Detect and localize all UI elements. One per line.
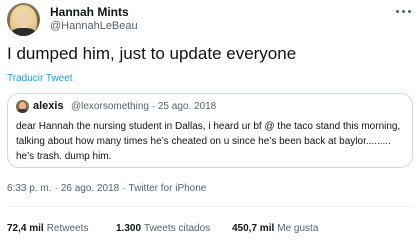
tweet-meta: 6:33 p. m. · 26 ago. 2018 · Twitter for iPho… (7, 183, 206, 194)
quoted-avatar (16, 100, 29, 113)
tweet-text: I dumped him, just to update everyone (7, 44, 297, 63)
separator-dot: · (54, 183, 58, 194)
likes-count: 450,7 mil (232, 223, 275, 234)
avatar-face (17, 12, 30, 28)
quoted-handle-date: @lexorsomething · 25 ago. 2018 (71, 101, 217, 112)
more-dot (395, 9, 399, 13)
tweet-card: Hannah Mints @HannahLeBeau I dumped him,… (0, 0, 420, 245)
separator-dot: · (122, 183, 126, 194)
tweet-source[interactable]: Twitter for iPhone (129, 183, 207, 194)
avatar[interactable] (7, 3, 40, 36)
more-options-icon[interactable] (392, 4, 414, 18)
likes-label: Me gusta (277, 223, 319, 234)
likes-stat[interactable]: 450,7 mil Me gusta (232, 223, 318, 234)
quote-tweets-count: 1.300 (116, 223, 142, 234)
display-name[interactable]: Hannah Mints (50, 5, 129, 19)
quoted-tweet-text: dear Hannah the nursing student in Dalla… (16, 121, 401, 162)
quote-tweets-stat[interactable]: 1.300 Tweets citados (116, 223, 210, 234)
user-handle[interactable]: @HannahLeBeau (50, 20, 138, 32)
retweets-stat[interactable]: 72,4 mil Retweets (7, 223, 88, 234)
more-dot (401, 9, 405, 13)
translate-link[interactable]: Traducir Tweet (7, 73, 73, 84)
more-dot (407, 9, 411, 13)
quoted-tweet[interactable]: alexis @lexorsomething · 25 ago. 2018 de… (7, 93, 413, 168)
tweet-time[interactable]: 6:33 p. m. (7, 183, 51, 194)
retweets-label: Retweets (46, 223, 89, 234)
retweets-count: 72,4 mil (7, 223, 44, 234)
quote-tweets-label: Tweets citados (144, 223, 211, 234)
tweet-date[interactable]: 26 ago. 2018 (61, 183, 119, 194)
quoted-display-name: alexis (33, 100, 64, 112)
avatar-shirt (12, 28, 35, 36)
divider (7, 206, 413, 207)
quoted-avatar-shirt (17, 109, 28, 113)
